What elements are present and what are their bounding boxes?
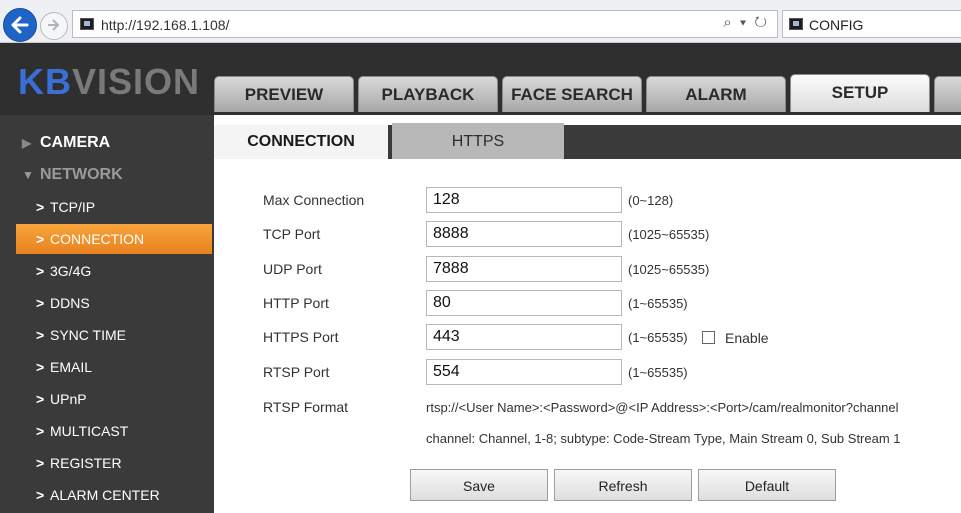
rtsp-port-range: (1~65535): [628, 365, 688, 380]
chevron-right-icon: >: [36, 455, 45, 471]
rtsp-port-label: RTSP Port: [263, 364, 330, 380]
sidebar-item-ddns[interactable]: > DDNS: [16, 288, 212, 318]
sidebar-item-alarm-center[interactable]: > ALARM CENTER: [16, 480, 212, 510]
subtab-https[interactable]: HTTPS: [392, 123, 564, 159]
refresh-button[interactable]: Refresh: [554, 469, 692, 501]
https-port-input[interactable]: [426, 324, 622, 350]
page-favicon-icon: [80, 18, 94, 30]
back-button[interactable]: [3, 8, 37, 42]
nav-tab-overflow[interactable]: [934, 76, 961, 112]
app-header: KBVISION PREVIEW PLAYBACK FACE SEARCH AL…: [0, 43, 961, 115]
arrow-left-icon: [11, 16, 29, 34]
settings-sidebar: ▶ CAMERA ▼ NETWORK > TCP/IP > CONNECTION >3G…: [0, 115, 214, 513]
browser-toolbar: http://192.168.1.108/ ⌕ ▾ ↻ CONFIG: [0, 0, 961, 43]
arrow-right-icon: [48, 19, 60, 31]
triangle-right-icon: ▶: [22, 136, 32, 150]
browser-tab[interactable]: CONFIG: [782, 10, 961, 38]
max-connection-range: (0~128): [628, 193, 674, 208]
nav-tab-playback[interactable]: PLAYBACK: [358, 76, 498, 112]
address-url[interactable]: http://192.168.1.108/: [101, 17, 229, 33]
http-port-range: (1~65535): [628, 296, 688, 311]
tab-favicon-icon: [789, 18, 803, 30]
sidebar-item-connection[interactable]: > CONNECTION: [16, 224, 212, 254]
sidebar-item-sync-time[interactable]: > SYNC TIME: [16, 320, 212, 350]
https-port-label: HTTPS Port: [263, 329, 339, 345]
save-button[interactable]: Save: [410, 469, 548, 501]
sidebar-group-network[interactable]: ▼ NETWORK: [22, 166, 123, 184]
udp-port-range: (1025~65535): [628, 262, 710, 277]
forward-button[interactable]: [40, 12, 68, 40]
tcp-port-input[interactable]: [426, 221, 622, 247]
nav-tab-face-search[interactable]: FACE SEARCH: [502, 76, 642, 112]
default-button[interactable]: Default: [698, 469, 836, 501]
search-refresh-icons[interactable]: ⌕ ▾ ↻: [723, 14, 769, 31]
address-bar[interactable]: http://192.168.1.108/ ⌕ ▾ ↻: [72, 10, 778, 38]
nav-tab-setup[interactable]: SETUP: [790, 74, 930, 112]
rtsp-format-label: RTSP Format: [263, 399, 349, 415]
chevron-right-icon: >: [36, 231, 45, 247]
sidebar-item-register[interactable]: > REGISTER: [16, 448, 212, 478]
chevron-right-icon: >: [36, 487, 45, 503]
subtab-connection[interactable]: CONNECTION: [214, 125, 388, 159]
tcp-port-label: TCP Port: [263, 226, 321, 242]
sidebar-item-upnp[interactable]: > UPnP: [16, 384, 212, 414]
sidebar-group-camera[interactable]: ▶ CAMERA: [22, 134, 110, 152]
connection-settings-panel: CONNECTION HTTPS Max Connection (0~128) …: [214, 115, 961, 513]
rtsp-format-value: rtsp://<User Name>:<Password>@<IP Addres…: [426, 400, 899, 415]
max-connection-label: Max Connection: [263, 192, 365, 208]
chevron-right-icon: >: [36, 391, 45, 407]
https-enable-checkbox[interactable]: [702, 331, 715, 344]
udp-port-label: UDP Port: [263, 261, 322, 277]
chevron-right-icon: >: [36, 423, 45, 439]
chevron-right-icon: >: [36, 327, 45, 343]
http-port-label: HTTP Port: [263, 295, 329, 311]
chevron-right-icon: >: [36, 295, 45, 311]
rtsp-format-note: channel: Channel, 1-8; subtype: Code-Str…: [426, 431, 901, 446]
max-connection-input[interactable]: [426, 187, 622, 213]
nav-tab-alarm[interactable]: ALARM: [646, 76, 786, 112]
tcp-port-range: (1025~65535): [628, 227, 710, 242]
udp-port-input[interactable]: [426, 256, 622, 282]
kbvision-logo: KBVISION: [18, 61, 201, 102]
https-enable-label: Enable: [725, 330, 769, 346]
nav-tab-preview[interactable]: PREVIEW: [214, 76, 354, 112]
tab-title: CONFIG: [809, 17, 864, 33]
sidebar-item-email[interactable]: > EMAIL: [16, 352, 212, 382]
triangle-down-icon: ▼: [22, 168, 34, 182]
sidebar-item-multicast[interactable]: > MULTICAST: [16, 416, 212, 446]
chevron-right-icon: >: [36, 263, 45, 279]
rtsp-port-input[interactable]: [426, 359, 622, 385]
chevron-right-icon: >: [36, 199, 45, 215]
sidebar-item-tcpip[interactable]: > TCP/IP: [16, 192, 212, 222]
subtab-bar: CONNECTION HTTPS: [214, 123, 961, 159]
http-port-input[interactable]: [426, 290, 622, 316]
https-port-range: (1~65535): [628, 330, 688, 345]
sidebar-item-3g4g[interactable]: >3G/4G: [16, 256, 212, 286]
chevron-right-icon: >: [36, 359, 45, 375]
